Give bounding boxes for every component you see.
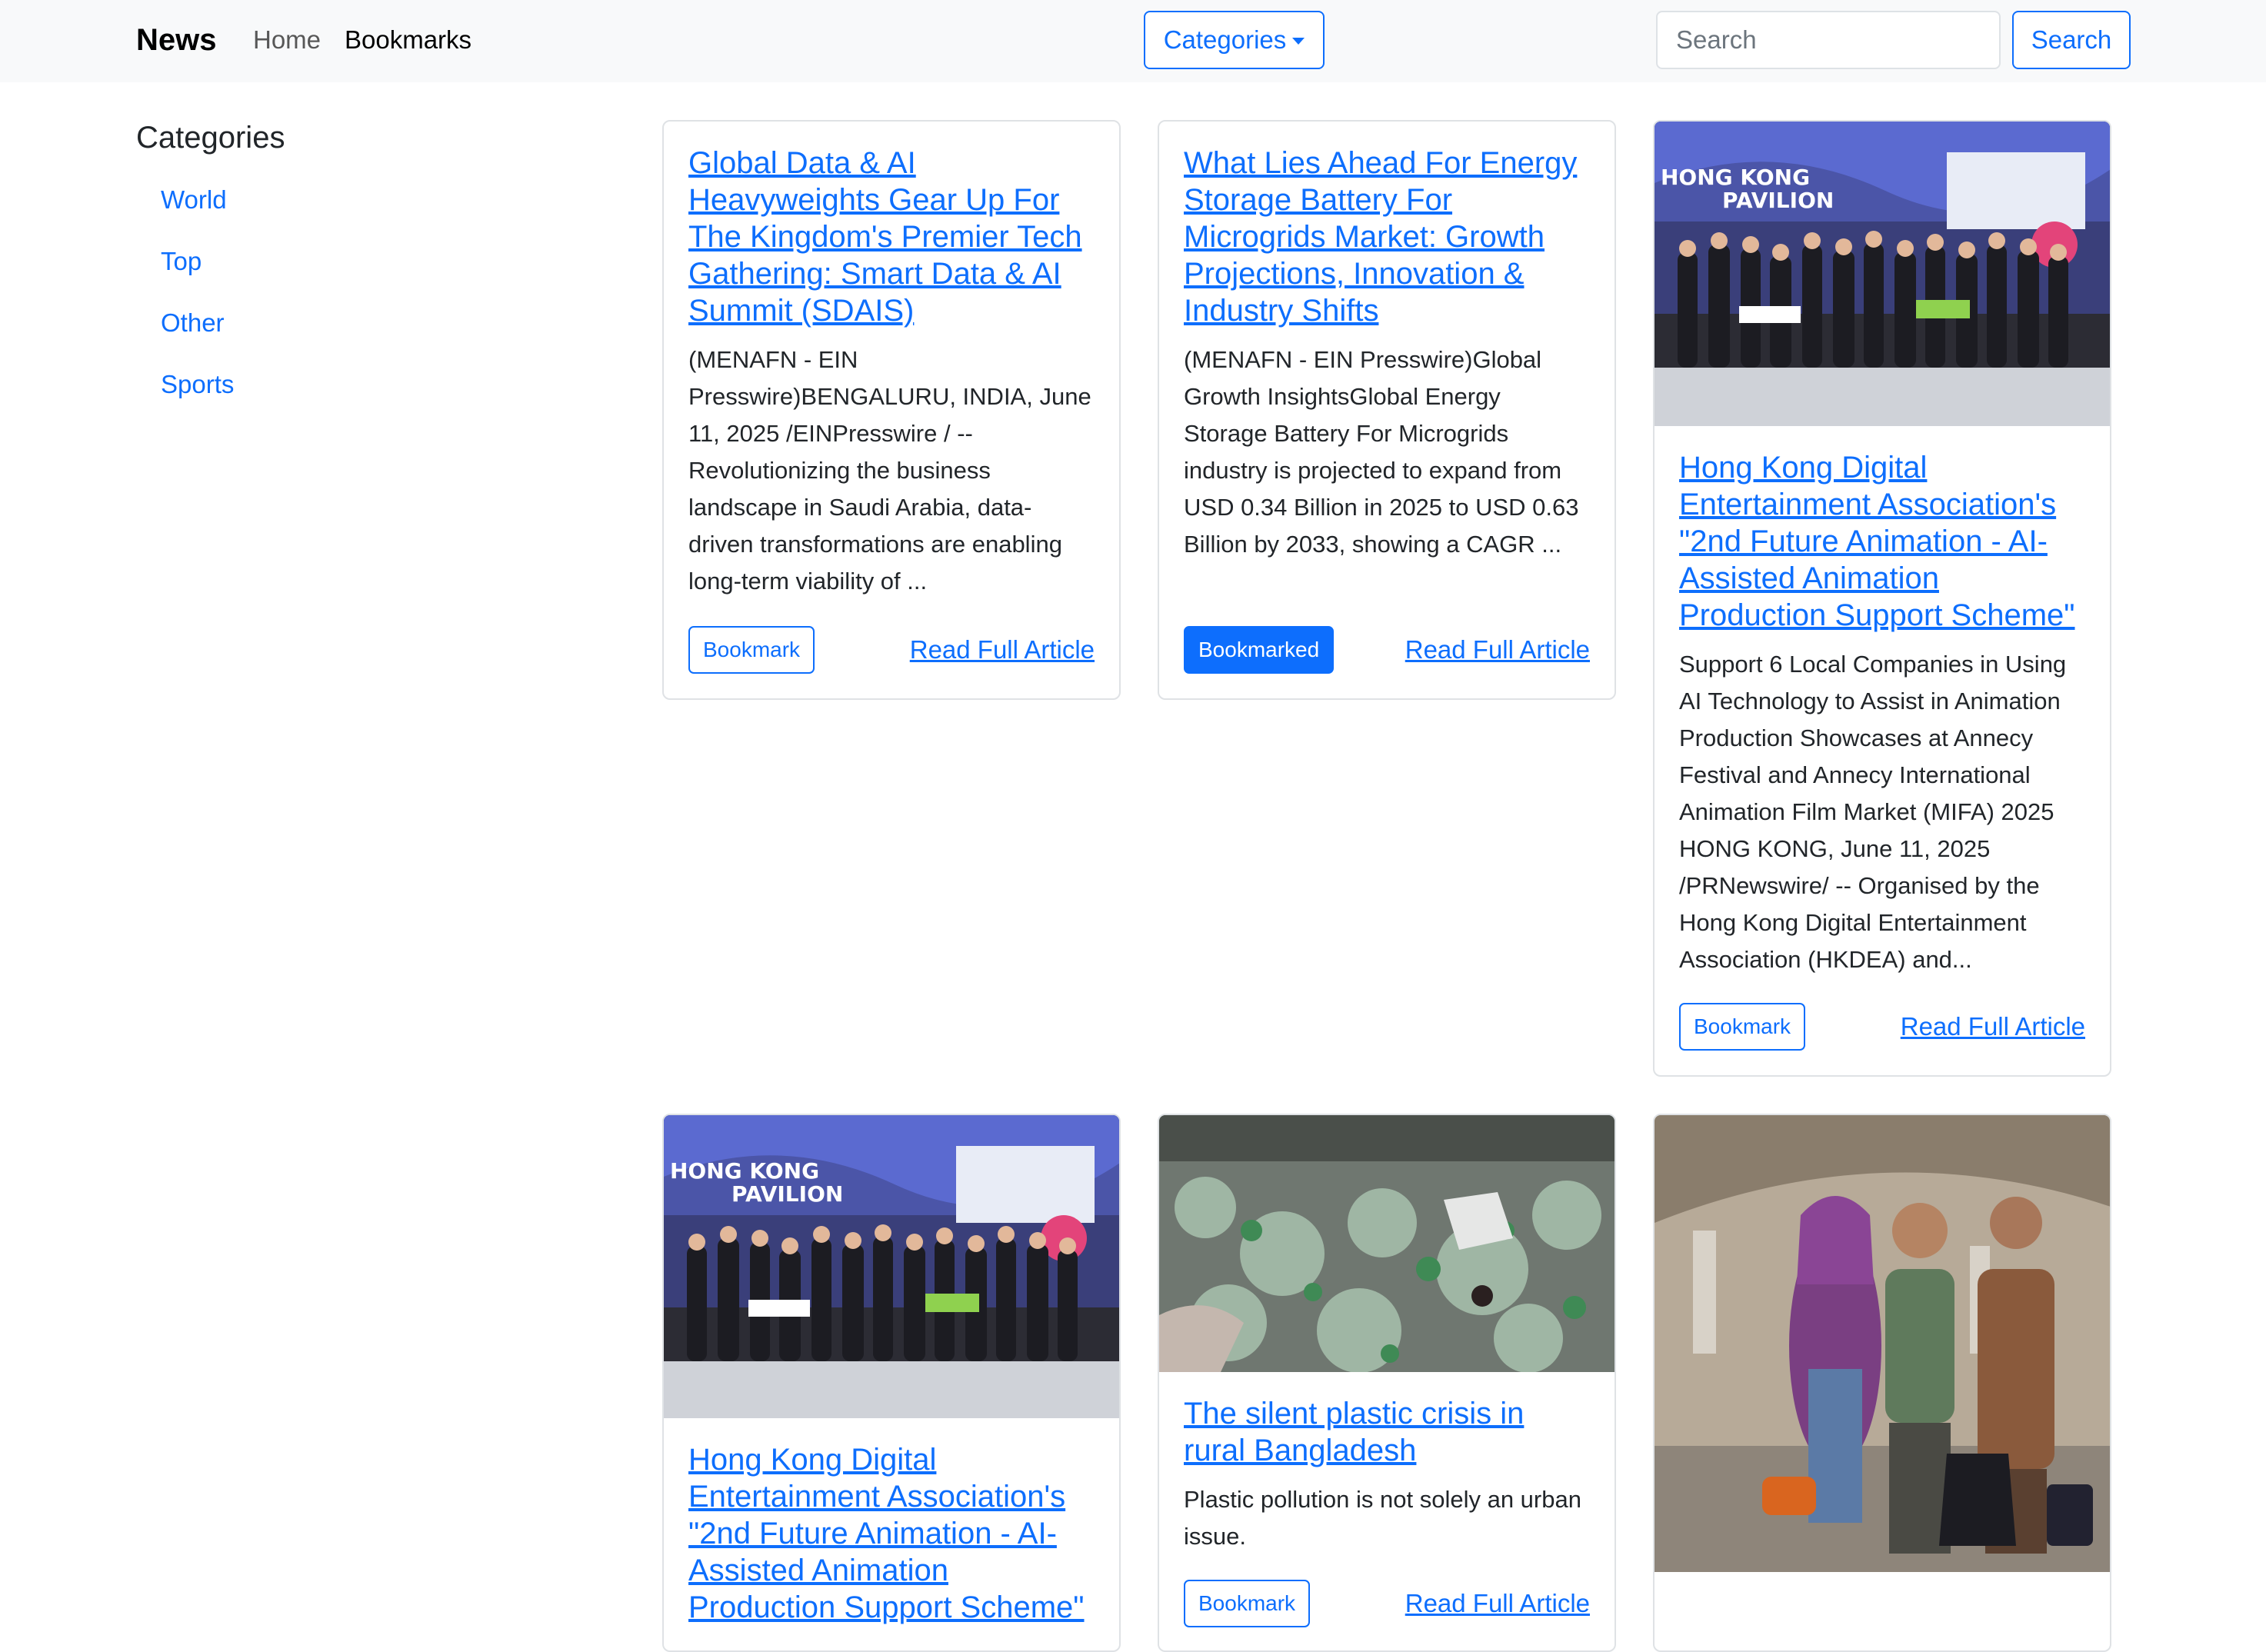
bookmarked-button[interactable]: Bookmarked: [1184, 626, 1335, 674]
article-summary: (MENAFN - EIN Presswire)Global Growth In…: [1184, 346, 1579, 558]
read-full-article-link[interactable]: Read Full Article: [1405, 626, 1590, 674]
sidebar-title: Categories: [136, 121, 285, 155]
sidebar-item-sports[interactable]: Sports: [161, 368, 234, 401]
image-caption-line2: PAVILION: [1722, 188, 1834, 213]
article-card: Global Data & AI Heavyweights Gear Up Fo…: [662, 120, 1121, 700]
caret-down-icon: [1292, 38, 1305, 45]
article-image[interactable]: [1655, 1115, 2110, 1572]
article-title-link[interactable]: The silent plastic crisis in rural Bangl…: [1184, 1395, 1590, 1469]
bookmark-button[interactable]: Bookmark: [1679, 1003, 1806, 1051]
search-input[interactable]: [1656, 11, 2001, 69]
article-card: What Lies Ahead For Energy Storage Batte…: [1158, 120, 1616, 700]
read-full-article-link[interactable]: Read Full Article: [1901, 1003, 2085, 1051]
top-navbar: News Home Bookmarks Categories Search: [0, 0, 2266, 82]
search-button[interactable]: Search: [2012, 11, 2131, 69]
article-summary: (MENAFN - EIN Presswire)BENGALURU, INDIA…: [688, 346, 1091, 595]
article-summary: Support 6 Local Companies in Using AI Te…: [1679, 651, 2067, 973]
article-card: [1653, 1114, 2111, 1652]
image-caption-line1: HONG KONG: [670, 1158, 819, 1184]
image-caption-line1: HONG KONG: [1661, 165, 1810, 190]
article-summary: Plastic pollution is not solely an urban…: [1184, 1486, 1581, 1550]
nav-bookmarks-link[interactable]: Bookmarks: [345, 20, 472, 60]
article-card: HONG KONG PAVILION Hong Kong Digital Ent…: [1653, 120, 2111, 1077]
categories-dropdown-label: Categories: [1163, 25, 1287, 54]
brand-logo-text[interactable]: News: [136, 20, 217, 60]
sidebar-item-other[interactable]: Other: [161, 306, 225, 340]
nav-home-link[interactable]: Home: [253, 20, 321, 60]
article-title-link[interactable]: Hong Kong Digital Entertainment Associat…: [688, 1441, 1095, 1626]
read-full-article-link[interactable]: Read Full Article: [910, 626, 1095, 674]
article-image[interactable]: [1159, 1115, 1615, 1372]
image-caption-line2: PAVILION: [731, 1181, 843, 1207]
read-full-article-link[interactable]: Read Full Article: [1405, 1580, 1590, 1627]
article-title-link[interactable]: Hong Kong Digital Entertainment Associat…: [1679, 449, 2085, 634]
bookmark-button[interactable]: Bookmark: [688, 626, 815, 674]
bookmark-button[interactable]: Bookmark: [1184, 1580, 1311, 1627]
article-card: HONG KONG PAVILION Hong Kong Digital Ent…: [662, 1114, 1121, 1652]
article-title-link[interactable]: What Lies Ahead For Energy Storage Batte…: [1184, 145, 1590, 329]
categories-dropdown-button[interactable]: Categories: [1144, 11, 1325, 69]
sidebar-item-world[interactable]: World: [161, 183, 227, 217]
article-title-link[interactable]: Global Data & AI Heavyweights Gear Up Fo…: [688, 145, 1095, 329]
sidebar-item-top[interactable]: Top: [161, 245, 202, 278]
article-image[interactable]: HONG KONG PAVILION: [1655, 122, 2110, 426]
article-card: The silent plastic crisis in rural Bangl…: [1158, 1114, 1616, 1652]
article-image[interactable]: HONG KONG PAVILION: [664, 1115, 1119, 1418]
